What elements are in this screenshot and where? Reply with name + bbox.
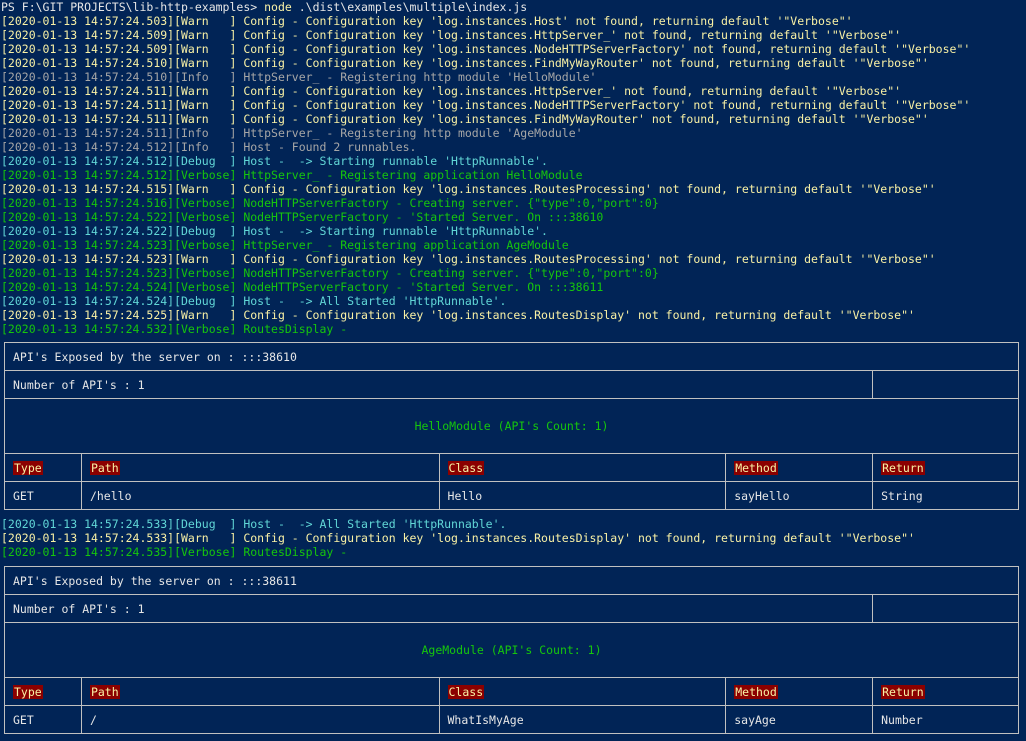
log-line: [2020-01-13 14:57:24.523][Warn ] Config … — [1, 252, 936, 266]
log-line: [2020-01-13 14:57:24.509][Warn ] Config … — [1, 28, 902, 42]
cell-return: Number — [872, 705, 1019, 734]
column-header-type: Type — [4, 677, 82, 706]
log-line: [2020-01-13 14:57:24.524][Verbose] NodeH… — [1, 280, 604, 294]
terminal-window[interactable]: PS F:\GIT PROJECTS\lib-http-examples> no… — [0, 0, 1026, 741]
log-line: [2020-01-13 14:57:24.516][Verbose] NodeH… — [1, 196, 659, 210]
log-line: [2020-01-13 14:57:24.522][Debug ] Host -… — [1, 224, 548, 238]
cell-class: WhatIsMyAge — [438, 705, 727, 734]
header-method-label: Method — [734, 460, 778, 475]
cell-path: / — [80, 705, 440, 734]
column-header-method: Method — [725, 453, 874, 482]
log-line: [2020-01-13 14:57:24.512][Info ] Host - … — [1, 140, 417, 154]
log-line: [2020-01-13 14:57:24.524][Debug ] Host -… — [1, 294, 507, 308]
log-output: [2020-01-13 14:57:24.533][Debug ] Host -… — [0, 517, 1026, 559]
log-line: [2020-01-13 14:57:24.523][Verbose] NodeH… — [1, 266, 659, 280]
log-line: [2020-01-13 14:57:24.515][Warn ] Config … — [1, 182, 936, 196]
column-header-path: Path — [80, 453, 440, 482]
api-routes-table: API's Exposed by the server on : :::3861… — [3, 342, 1019, 510]
header-type-label: Type — [13, 684, 43, 699]
api-count-label: Number of API's : 1 — [3, 594, 874, 623]
cell-method: sayHello — [725, 481, 874, 510]
cell-type: GET — [4, 705, 82, 734]
header-path-label: Path — [89, 460, 120, 475]
cell-class: Hello — [438, 481, 727, 510]
column-header-return: Return — [872, 677, 1019, 706]
log-line: [2020-01-13 14:57:24.533][Warn ] Config … — [1, 531, 915, 545]
header-type-label: Type — [13, 460, 43, 475]
api-exposed-label: API's Exposed by the server on : :::3861… — [4, 342, 1019, 371]
shell-prompt: PS F:\GIT PROJECTS\lib-http-examples> — [1, 0, 265, 14]
log-line: [2020-01-13 14:57:24.512][Debug ] Host -… — [1, 154, 548, 168]
empty-cell — [872, 594, 1019, 623]
log-line: [2020-01-13 14:57:24.509][Warn ] Config … — [1, 42, 971, 56]
log-line: [2020-01-13 14:57:24.511][Warn ] Config … — [1, 84, 902, 98]
column-header-class: Class — [438, 453, 727, 482]
log-line: [2020-01-13 14:57:24.511][Warn ] Config … — [1, 98, 971, 112]
empty-cell — [872, 370, 1019, 399]
header-class-label: Class — [447, 460, 485, 475]
log-line: [2020-01-13 14:57:24.533][Debug ] Host -… — [1, 517, 507, 531]
cell-path: /hello — [80, 481, 440, 510]
cell-return: String — [872, 481, 1019, 510]
column-header-type: Type — [4, 453, 82, 482]
table-row: GET /hello Hello sayHello String — [4, 481, 1019, 510]
api-count-label: Number of API's : 1 — [3, 370, 874, 399]
cell-type: GET — [4, 481, 82, 510]
header-return-label: Return — [881, 460, 925, 475]
module-title: AgeModule (API's Count: 1) — [4, 622, 1019, 678]
log-line: [2020-01-13 14:57:24.511][Warn ] Config … — [1, 112, 929, 126]
log-line: [2020-01-13 14:57:24.511][Info ] HttpSer… — [1, 126, 583, 140]
column-header-method: Method — [725, 677, 874, 706]
api-exposed-label: API's Exposed by the server on : :::3861… — [4, 566, 1019, 595]
module-title: HelloModule (API's Count: 1) — [4, 398, 1019, 454]
column-header-path: Path — [80, 677, 440, 706]
column-header-return: Return — [872, 453, 1019, 482]
log-line: [2020-01-13 14:57:24.510][Info ] HttpSer… — [1, 70, 597, 84]
command-args: .\dist\examples\multiple\index.js — [291, 0, 528, 14]
header-class-label: Class — [447, 684, 485, 699]
command-line: PS F:\GIT PROJECTS\lib-http-examples> no… — [0, 0, 1026, 14]
log-line: [2020-01-13 14:57:24.525][Warn ] Config … — [1, 308, 915, 322]
command-name: node — [264, 0, 292, 14]
log-line: [2020-01-13 14:57:24.523][Verbose] HttpS… — [1, 238, 569, 252]
cell-method: sayAge — [725, 705, 874, 734]
table-row: GET / WhatIsMyAge sayAge Number — [4, 705, 1019, 734]
log-line: [2020-01-13 14:57:24.510][Warn ] Config … — [1, 56, 929, 70]
header-path-label: Path — [89, 684, 120, 699]
log-line: [2020-01-13 14:57:24.535][Verbose] Route… — [1, 545, 348, 559]
log-line: [2020-01-13 14:57:24.522][Verbose] NodeH… — [1, 210, 604, 224]
log-output: [2020-01-13 14:57:24.503][Warn ] Config … — [0, 14, 1026, 336]
header-method-label: Method — [734, 684, 778, 699]
api-routes-table: API's Exposed by the server on : :::3861… — [3, 566, 1019, 734]
log-line: [2020-01-13 14:57:24.532][Verbose] Route… — [1, 322, 348, 336]
header-return-label: Return — [881, 684, 925, 699]
column-header-class: Class — [438, 677, 727, 706]
log-line: [2020-01-13 14:57:24.512][Verbose] HttpS… — [1, 168, 583, 182]
log-line: [2020-01-13 14:57:24.503][Warn ] Config … — [1, 14, 853, 28]
